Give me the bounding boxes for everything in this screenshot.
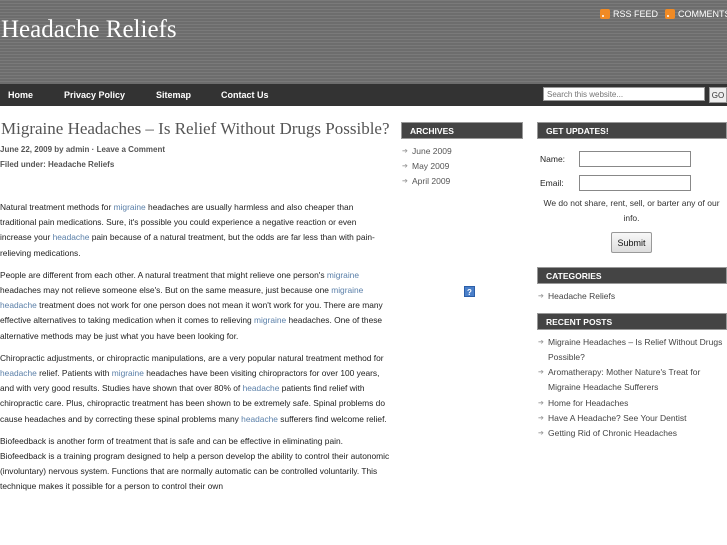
recent-post-link[interactable]: Aromatherapy: Mother Nature's Treat for … bbox=[538, 365, 727, 395]
help-icon[interactable]: ? bbox=[464, 286, 475, 297]
leave-comment-link[interactable]: Leave a Comment bbox=[97, 145, 165, 154]
name-label: Name: bbox=[540, 154, 566, 164]
nav-sitemap[interactable]: Sitemap bbox=[156, 90, 191, 100]
post-paragraph: Biofeedback is another form of treatment… bbox=[0, 435, 390, 492]
rss-icon bbox=[600, 9, 610, 19]
comments-feed-link[interactable]: COMMENTS bbox=[665, 9, 727, 19]
name-field[interactable] bbox=[579, 151, 691, 167]
keyword-link[interactable]: migraine bbox=[112, 368, 144, 378]
post-by: by bbox=[54, 145, 64, 154]
keyword-link[interactable]: headache bbox=[53, 232, 90, 242]
post-paragraph: Chiropractic adjustments, or chiropracti… bbox=[0, 352, 387, 424]
recent-post-link[interactable]: Home for Headaches bbox=[538, 396, 628, 411]
recent-post-link[interactable]: Getting Rid of Chronic Headaches bbox=[538, 426, 677, 441]
keyword-link[interactable]: migraine bbox=[114, 202, 146, 212]
archive-link-may-2009[interactable]: May 2009 bbox=[402, 159, 449, 174]
recent-post-link[interactable]: Have A Headache? See Your Dentist bbox=[538, 411, 686, 426]
rss-feed-label: RSS FEED bbox=[613, 9, 659, 19]
nav-contact-us[interactable]: Contact Us bbox=[221, 90, 269, 100]
recent-posts-heading: RECENT POSTS bbox=[537, 313, 727, 330]
search-input[interactable] bbox=[543, 87, 705, 101]
category-link[interactable]: Headache Reliefs bbox=[538, 289, 615, 304]
keyword-link[interactable]: migraine bbox=[327, 270, 359, 280]
main-content: Migraine Headaches – Is Relief Without D… bbox=[0, 118, 390, 502]
post-title[interactable]: Migraine Headaches – Is Relief Without D… bbox=[1, 120, 390, 137]
filed-under-label: Filed under: bbox=[0, 160, 46, 169]
site-header: Headache Reliefs RSS FEED COMMENTS bbox=[0, 0, 727, 84]
archives-heading: ARCHIVES bbox=[401, 122, 523, 139]
post-paragraph: People are different from each other. A … bbox=[0, 269, 383, 341]
search-button[interactable]: GO bbox=[709, 87, 727, 103]
keyword-link[interactable]: migraine bbox=[254, 315, 286, 325]
post-author-link[interactable]: admin bbox=[66, 145, 90, 154]
recent-post-link[interactable]: Migraine Headaches – Is Relief Without D… bbox=[538, 335, 726, 365]
site-title[interactable]: Headache Reliefs bbox=[1, 16, 177, 44]
email-field[interactable] bbox=[579, 175, 691, 191]
keyword-link[interactable]: headache bbox=[0, 368, 37, 378]
comments-feed-label: COMMENTS bbox=[678, 9, 727, 19]
post-filed: Filed under: Headache Reliefs bbox=[0, 157, 390, 172]
nav-home[interactable]: Home bbox=[8, 90, 33, 100]
get-updates-heading: GET UPDATES! bbox=[537, 122, 727, 139]
submit-button[interactable]: Submit bbox=[611, 232, 652, 253]
email-label: Email: bbox=[540, 178, 564, 188]
post-paragraph: Natural treatment methods for migraine h… bbox=[0, 202, 375, 258]
archive-link-april-2009[interactable]: April 2009 bbox=[402, 174, 450, 189]
keyword-link[interactable]: headache bbox=[243, 383, 280, 393]
rss-icon bbox=[665, 9, 675, 19]
privacy-note: We do not share, rent, sell, or barter a… bbox=[543, 198, 720, 223]
categories-heading: CATEGORIES bbox=[537, 267, 727, 284]
post-date: June 22, 2009 bbox=[0, 145, 53, 154]
post-meta: June 22, 2009 by admin · Leave a Comment bbox=[0, 142, 390, 157]
archive-link-june-2009[interactable]: June 2009 bbox=[402, 144, 452, 159]
rss-feed-link[interactable]: RSS FEED bbox=[600, 9, 658, 19]
post-body: Natural treatment methods for migraine h… bbox=[0, 200, 390, 495]
post-meta-separator: · bbox=[91, 145, 95, 154]
nav-privacy-policy[interactable]: Privacy Policy bbox=[64, 90, 125, 100]
post-category-link[interactable]: Headache Reliefs bbox=[48, 160, 114, 169]
keyword-link[interactable]: headache bbox=[241, 414, 278, 424]
